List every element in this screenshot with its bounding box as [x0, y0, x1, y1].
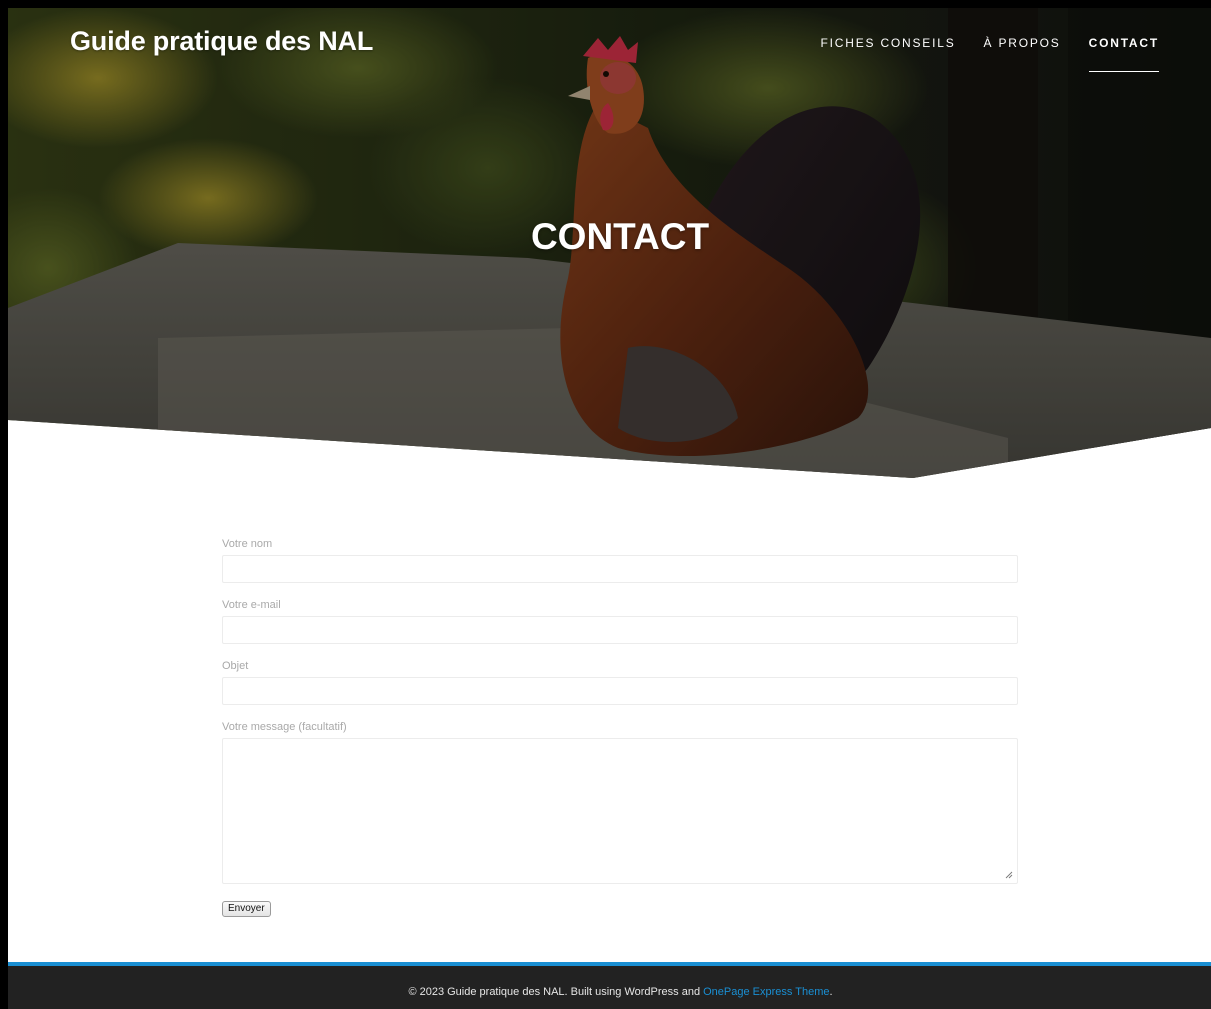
resize-grip-icon[interactable]: [1005, 871, 1013, 879]
footer-copyright: © 2023 Guide pratique des NAL. Built usi…: [408, 986, 704, 998]
site-title[interactable]: Guide pratique des NAL: [70, 26, 373, 57]
footer-theme-link[interactable]: OnePage Express Theme: [703, 986, 829, 998]
name-input[interactable]: [222, 555, 1018, 583]
subject-label: Objet: [222, 660, 249, 672]
email-input[interactable]: [222, 616, 1018, 644]
hero-heading: CONTACT: [530, 216, 710, 257]
page: Guide pratique des NAL FICHES CONSEILS À…: [8, 8, 1211, 1009]
nav-item-a-propos[interactable]: À PROPOS: [984, 36, 1061, 72]
email-label: Votre e-mail: [222, 599, 281, 611]
submit-button[interactable]: Envoyer: [222, 901, 271, 917]
main-nav: FICHES CONSEILS À PROPOS CONTACT: [821, 36, 1160, 72]
hero-section: Guide pratique des NAL FICHES CONSEILS À…: [8, 8, 1211, 488]
contact-form: Votre nom Votre e-mail Objet Votre messa…: [222, 538, 1018, 917]
message-textarea[interactable]: [222, 738, 1018, 884]
footer-suffix: .: [829, 986, 833, 998]
message-label: Votre message (facultatif): [222, 721, 347, 733]
subject-input[interactable]: [222, 677, 1018, 705]
name-label: Votre nom: [222, 538, 273, 550]
nav-item-contact[interactable]: CONTACT: [1088, 36, 1160, 72]
message-wrapper: [222, 738, 1018, 884]
nav-item-fiches-conseils[interactable]: FICHES CONSEILS: [821, 36, 956, 72]
footer: © 2023 Guide pratique des NAL. Built usi…: [8, 962, 1211, 1009]
